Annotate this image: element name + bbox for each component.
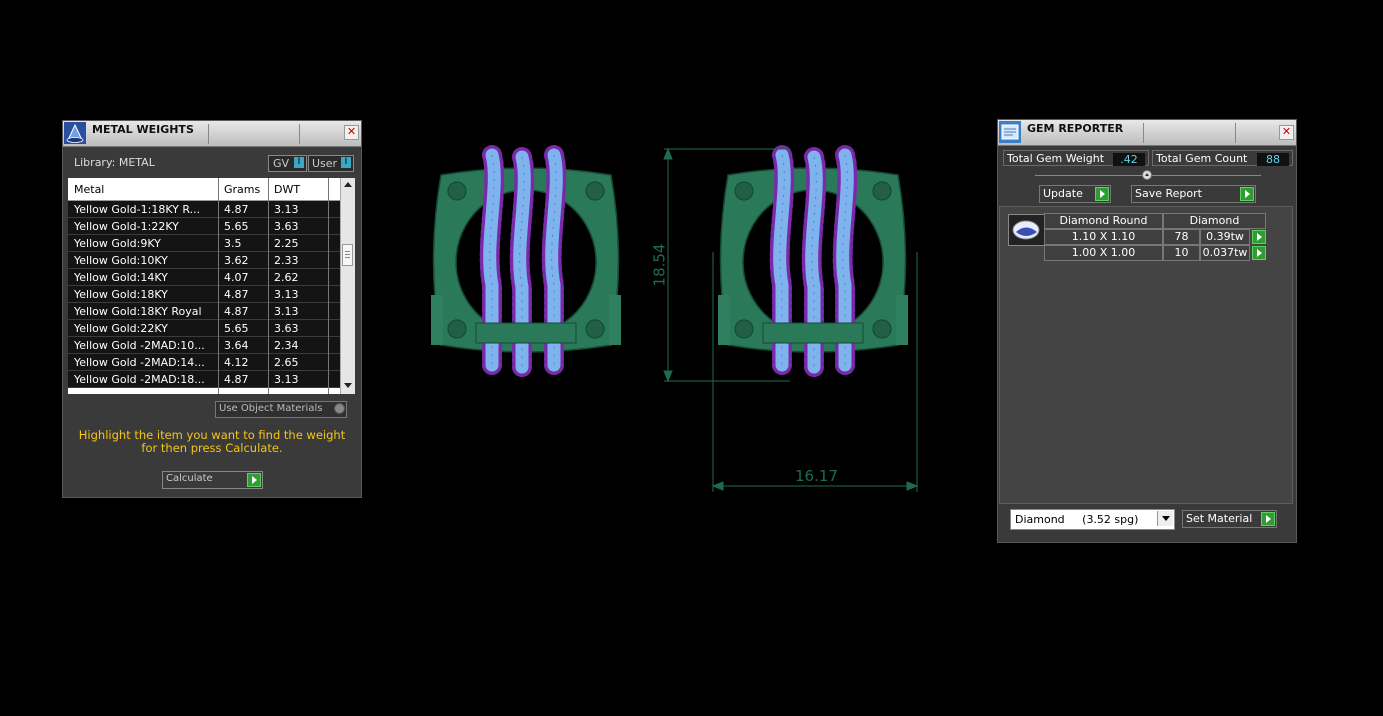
set-material-button[interactable]: Set Material [1182, 510, 1277, 528]
height-dimension-label: 18.54 [650, 243, 669, 287]
close-icon[interactable]: ✕ [1279, 125, 1294, 140]
gem-row-count: 78 [1163, 229, 1200, 245]
gem-row-play-icon[interactable] [1252, 246, 1266, 260]
gem-thumbnail[interactable] [1008, 214, 1045, 246]
save-report-button[interactable]: Save Report [1131, 185, 1256, 203]
titlebar-divider [1143, 123, 1144, 143]
gem-header-material: Diamond [1163, 213, 1266, 229]
gem-row-weight: 0.39tw [1200, 229, 1250, 245]
update-button[interactable]: Update [1039, 185, 1111, 203]
total-gem-weight-field: Total Gem Weight .42 [1003, 150, 1149, 166]
gem-list-area: Diamond Round Diamond 1.10 X 1.10 78 0.3… [999, 206, 1293, 504]
total-gem-count-field: Total Gem Count 88 [1152, 150, 1293, 166]
gem-reporter-title: GEM REPORTER [1027, 122, 1124, 135]
play-icon [1095, 187, 1109, 201]
ring-model-right[interactable] [717, 155, 909, 367]
play-icon [1261, 512, 1275, 526]
total-gem-count-value: 88 [1257, 153, 1289, 166]
material-select-value: Diamond (3.52 spg) [1015, 513, 1139, 526]
gem-reporter-app-icon [999, 121, 1021, 143]
chevron-down-icon[interactable] [1157, 511, 1173, 526]
gem-row-play-icon[interactable] [1252, 230, 1266, 244]
set-material-label: Set Material [1186, 512, 1253, 525]
total-gem-weight-label: Total Gem Weight [1007, 152, 1105, 165]
width-dimension-label: 16.17 [795, 467, 838, 485]
titlebar-divider [1235, 123, 1236, 143]
ring-model-left[interactable] [430, 155, 622, 367]
play-icon [1240, 187, 1254, 201]
total-gem-count-label: Total Gem Count [1156, 152, 1248, 165]
gem-reporter-titlebar[interactable]: GEM REPORTER ✕ [998, 120, 1296, 146]
gem-row-count: 10 [1163, 245, 1200, 261]
material-select[interactable]: Diamond (3.52 spg) [1010, 509, 1175, 530]
gem-row-size[interactable]: 1.10 X 1.10 [1044, 229, 1163, 245]
gem-header-shape: Diamond Round [1044, 213, 1163, 229]
diamond-round-icon [1012, 220, 1040, 240]
gem-row-weight: 0.037tw [1200, 245, 1250, 261]
gem-row-size[interactable]: 1.00 X 1.00 [1044, 245, 1163, 261]
total-gem-weight-value: .42 [1113, 153, 1145, 166]
save-report-label: Save Report [1135, 187, 1202, 200]
collapse-icon[interactable] [1142, 170, 1152, 180]
gem-reporter-panel: GEM REPORTER ✕ Total Gem Weight .42 Tota… [997, 119, 1297, 543]
update-label: Update [1043, 187, 1083, 200]
